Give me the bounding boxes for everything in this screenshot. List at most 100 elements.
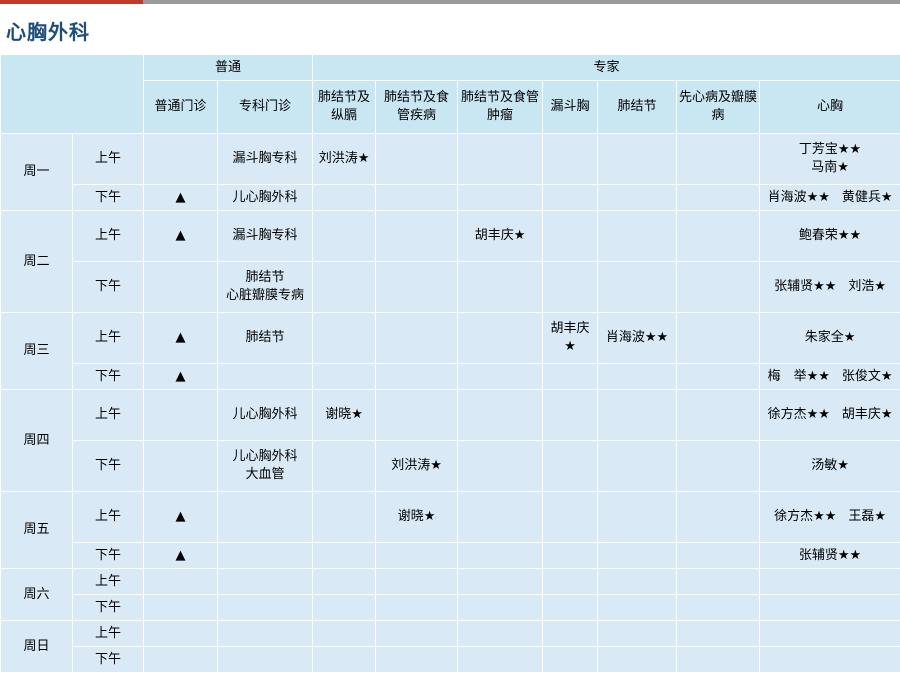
doctor-name: 丁芳宝★★ [798,142,862,157]
expert-cardiothoracic-cell: 肖海波★★ 黄健兵★ [759,184,900,211]
expert-lung-nodule-cell [597,184,678,211]
expert-nodule-esophageal-tumor-cell [457,594,544,621]
expert-nodule-esophageal-disease-cell [375,646,459,673]
schedule-row: 周日 上午 [0,620,900,673]
special-clinic-cell [216,568,314,595]
general-clinic-cell [143,594,218,621]
general-clinic-cell: ▲ [143,210,218,262]
expert-nodule-esophageal-tumor-cell [457,363,544,390]
special-clinic-cell [216,620,314,647]
expert-cardiothoracic-cell: 徐方杰★★ 王磊★ [759,491,900,543]
schedule-row: 周五 上午 ▲ 谢晓★ 徐方杰★★ 王磊★ [0,491,900,569]
expert-nodule-esophageal-disease-cell [375,312,459,364]
schedule-row: 下午 ▲ 张辅贤★★ [1,542,900,569]
day-label: 周一 [0,133,73,211]
special-clinic-cell: 漏斗胸专科 [216,210,314,262]
expert-congenital-valve-cell [676,312,761,364]
day-label: 周日 [0,620,73,673]
clinic-name: 大血管 [245,467,285,482]
expert-congenital-valve-cell [676,542,761,569]
expert-congenital-valve-cell [676,620,761,647]
expert-nodule-mediastinum-cell [312,646,377,673]
header-col-nodule-esophageal-tumor: 肺结节及食管肿瘤 [457,80,544,134]
header-col-cardiothoracic: 心胸 [759,80,900,134]
expert-nodule-esophageal-disease-cell [375,210,459,262]
expert-nodule-esophageal-disease-cell [375,184,459,211]
expert-cardiothoracic-cell [759,568,900,595]
period-label: 上午 [72,312,144,364]
expert-lung-nodule-cell [597,646,678,673]
expert-cardiothoracic-cell: 张辅贤★★ [759,542,900,569]
expert-lung-nodule-cell [597,133,678,185]
period-label: 下午 [72,646,144,673]
special-clinic-cell: 儿心胸外科 [216,389,314,441]
header-col-special-clinic: 专科门诊 [216,80,314,134]
special-clinic-cell: 儿心胸外科 [216,184,314,211]
day-label: 周三 [0,312,73,390]
period-label: 下午 [72,261,144,313]
expert-nodule-esophageal-tumor-cell [457,491,544,543]
header-col-lung-nodule: 肺结节 [597,80,678,134]
special-clinic-cell [216,594,314,621]
expert-funnel-chest-cell [542,542,599,569]
doctor-name: 胡丰庆★ [841,407,893,422]
special-clinic-cell: 肺结节 心脏瓣膜专病 [216,261,314,313]
header-col-general-clinic: 普通门诊 [143,80,218,134]
expert-funnel-chest-cell: 胡丰庆 ★ [542,312,599,364]
period-label: 上午 [72,491,144,543]
expert-nodule-esophageal-tumor-cell [457,440,544,492]
expert-nodule-esophageal-disease-cell [375,363,459,390]
expert-lung-nodule-cell [597,620,678,647]
expert-funnel-chest-cell [542,184,599,211]
special-clinic-cell [216,646,314,673]
expert-nodule-mediastinum-cell [312,261,377,313]
period-label: 下午 [72,594,144,621]
day-label: 周六 [0,568,73,621]
special-clinic-cell: 儿心胸外科 大血管 [216,440,314,492]
expert-congenital-valve-cell [676,568,761,595]
header-group-general: 普通 [142,54,314,81]
expert-nodule-esophageal-disease-cell [375,133,459,185]
expert-cardiothoracic-cell: 汤敏★ [759,440,900,492]
expert-funnel-chest-cell [542,261,599,313]
schedule-row: 下午 ▲ 梅 举★★ 张俊文★ [1,363,900,390]
expert-nodule-mediastinum-cell [312,210,377,262]
expert-nodule-esophageal-tumor-cell: 胡丰庆★ [457,210,544,262]
schedule-row: 下午 儿心胸外科 大血管 刘洪涛★ 汤敏★ [1,440,900,492]
expert-nodule-mediastinum-cell [312,542,377,569]
expert-funnel-chest-cell [542,646,599,673]
top-accent-bar [0,0,900,4]
expert-cardiothoracic-cell: 张辅贤★★ 刘浩★ [759,261,900,313]
expert-congenital-valve-cell [676,261,761,313]
expert-congenital-valve-cell [676,440,761,492]
expert-congenital-valve-cell [676,133,761,185]
expert-lung-nodule-cell [597,594,678,621]
period-label: 下午 [72,184,144,211]
schedule-row: 周三 上午 ▲ 肺结节 胡丰庆 ★ 肖海波★★ 朱家全★ [0,312,900,390]
expert-nodule-esophageal-disease-cell [375,261,459,313]
header-col-funnel-chest: 漏斗胸 [542,80,599,134]
expert-nodule-esophageal-tumor-cell [457,568,544,595]
doctor-name: 徐方杰★★ [767,407,830,422]
expert-funnel-chest-cell [542,363,599,390]
day-label: 周二 [0,210,73,313]
expert-nodule-mediastinum-cell: 刘洪涛★ [312,133,377,185]
expert-congenital-valve-cell [676,491,761,543]
expert-nodule-esophageal-disease-cell [375,594,459,621]
general-clinic-cell [143,133,218,185]
doctor-name: 汤敏★ [811,458,849,473]
general-clinic-cell [143,261,218,313]
expert-nodule-mediastinum-cell [312,620,377,647]
expert-cardiothoracic-cell: 丁芳宝★★ 马南★ [759,133,900,185]
clinic-name: 漏斗胸专科 [232,151,298,166]
schedule-row: 周一 上午 漏斗胸专科 刘洪涛★ 丁芳宝★★ 马南★ [0,133,900,211]
header-col-nodule-mediastinum: 肺结节及纵膈 [312,80,377,134]
general-clinic-cell: ▲ [143,363,218,390]
expert-funnel-chest-cell [542,568,599,595]
schedule-row: 下午 肺结节 心脏瓣膜专病 张辅贤★★ 刘浩★ [1,261,900,313]
doctor-name: 梅 举★★ [767,368,830,384]
expert-lung-nodule-cell [597,542,678,569]
expert-congenital-valve-cell [676,184,761,211]
expert-nodule-esophageal-tumor-cell [457,133,544,185]
general-clinic-cell: ▲ [143,312,218,364]
